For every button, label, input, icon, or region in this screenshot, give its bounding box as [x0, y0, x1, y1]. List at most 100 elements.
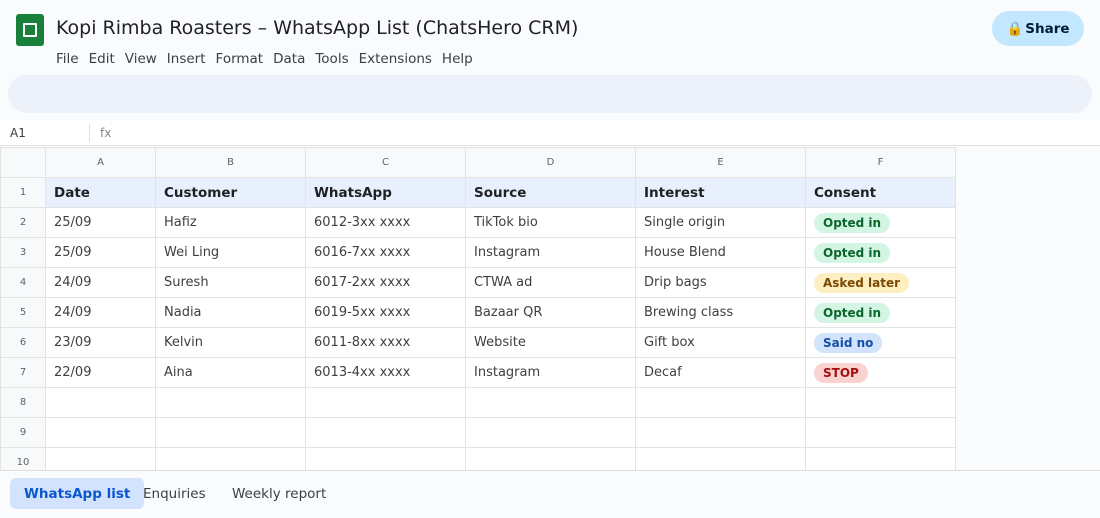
- cell-source[interactable]: TikTok bio: [465, 207, 636, 238]
- row-header[interactable]: 5: [0, 297, 46, 328]
- row-header[interactable]: 1: [0, 177, 46, 208]
- consent-chip[interactable]: Asked later: [814, 272, 909, 293]
- cell-whatsapp[interactable]: 6017-2xx xxxx: [305, 267, 466, 298]
- tab-enquiries[interactable]: Enquiries: [129, 478, 220, 509]
- row-header[interactable]: 3: [0, 237, 46, 268]
- cell-source[interactable]: CTWA ad: [465, 267, 636, 298]
- cell-source[interactable]: Instagram: [465, 237, 636, 268]
- consent-chip[interactable]: STOP: [814, 362, 868, 383]
- cell-customer[interactable]: Wei Ling: [155, 237, 306, 268]
- empty-cell[interactable]: [465, 417, 636, 448]
- tab-weekly-report[interactable]: Weekly report: [218, 478, 340, 509]
- cell-whatsapp[interactable]: 6013-4xx xxxx: [305, 357, 466, 388]
- row-header[interactable]: 2: [0, 207, 46, 238]
- column-header-e[interactable]: E: [635, 147, 806, 178]
- cell-interest[interactable]: Gift box: [635, 327, 806, 358]
- column-header-b[interactable]: B: [155, 147, 306, 178]
- empty-cell[interactable]: [45, 417, 156, 448]
- menu-help[interactable]: Help: [442, 51, 473, 67]
- cell-whatsapp[interactable]: 6012-3xx xxxx: [305, 207, 466, 238]
- header-cell-whatsapp[interactable]: WhatsApp: [305, 177, 466, 208]
- cell-interest[interactable]: Decaf: [635, 357, 806, 388]
- cell-date[interactable]: 25/09: [45, 237, 156, 268]
- menu-format[interactable]: Format: [216, 51, 264, 67]
- column-header-a[interactable]: A: [45, 147, 156, 178]
- cell-interest[interactable]: Brewing class: [635, 297, 806, 328]
- empty-cell[interactable]: [45, 387, 156, 418]
- cell-source[interactable]: Website: [465, 327, 636, 358]
- menu-bar: File Edit View Insert Format Data Tools …: [56, 51, 483, 67]
- row-header[interactable]: 9: [0, 417, 46, 448]
- cell-interest[interactable]: Drip bags: [635, 267, 806, 298]
- cell-date[interactable]: 25/09: [45, 207, 156, 238]
- menu-edit[interactable]: Edit: [89, 51, 115, 67]
- cell-customer[interactable]: Suresh: [155, 267, 306, 298]
- consent-chip[interactable]: Said no: [814, 332, 883, 353]
- cell-customer[interactable]: Aina: [155, 357, 306, 388]
- cell-consent[interactable]: Said no: [805, 327, 956, 358]
- cell-consent[interactable]: Opted in: [805, 207, 956, 238]
- sheet-tabs-bar: WhatsApp list Enquiries Weekly report: [0, 470, 1100, 518]
- cell-date[interactable]: 23/09: [45, 327, 156, 358]
- menu-data[interactable]: Data: [273, 51, 305, 67]
- cell-date[interactable]: 22/09: [45, 357, 156, 388]
- menu-insert[interactable]: Insert: [167, 51, 206, 67]
- cell-whatsapp[interactable]: 6011-8xx xxxx: [305, 327, 466, 358]
- empty-cell[interactable]: [155, 387, 306, 418]
- header-cell-date[interactable]: Date: [45, 177, 156, 208]
- cell-consent[interactable]: STOP: [805, 357, 956, 388]
- formula-bar: A1 fx: [0, 120, 1100, 146]
- cell-customer[interactable]: Nadia: [155, 297, 306, 328]
- fx-label: fx: [100, 126, 112, 140]
- lock-icon: 🔒: [1006, 20, 1024, 37]
- empty-cell[interactable]: [155, 417, 306, 448]
- cell-consent[interactable]: Opted in: [805, 297, 956, 328]
- cell-customer[interactable]: Kelvin: [155, 327, 306, 358]
- empty-cell[interactable]: [635, 417, 806, 448]
- row-header[interactable]: 8: [0, 387, 46, 418]
- app-header: Kopi Rimba Roasters – WhatsApp List (Cha…: [0, 0, 1100, 74]
- menu-file[interactable]: File: [56, 51, 79, 67]
- tab-whatsapp-list[interactable]: WhatsApp list: [10, 478, 145, 509]
- header-cell-interest[interactable]: Interest: [635, 177, 806, 208]
- share-button[interactable]: 🔒 Share: [992, 11, 1084, 46]
- empty-cell[interactable]: [465, 387, 636, 418]
- cell-interest[interactable]: House Blend: [635, 237, 806, 268]
- document-title[interactable]: Kopi Rimba Roasters – WhatsApp List (Cha…: [56, 17, 578, 39]
- cell-source[interactable]: Bazaar QR: [465, 297, 636, 328]
- cell-interest[interactable]: Single origin: [635, 207, 806, 238]
- row-header[interactable]: 6: [0, 327, 46, 358]
- menu-tools[interactable]: Tools: [315, 51, 348, 67]
- cell-whatsapp[interactable]: 6019-5xx xxxx: [305, 297, 466, 328]
- menu-extensions[interactable]: Extensions: [359, 51, 432, 67]
- consent-chip[interactable]: Opted in: [814, 212, 891, 233]
- column-header-d[interactable]: D: [465, 147, 636, 178]
- empty-cell[interactable]: [805, 417, 956, 448]
- empty-cell[interactable]: [305, 387, 466, 418]
- row-header[interactable]: 7: [0, 357, 46, 388]
- consent-chip[interactable]: Opted in: [814, 302, 891, 323]
- menu-view[interactable]: View: [125, 51, 157, 67]
- column-header-c[interactable]: C: [305, 147, 466, 178]
- cell-consent[interactable]: Opted in: [805, 237, 956, 268]
- header-cell-customer[interactable]: Customer: [155, 177, 306, 208]
- select-all-corner[interactable]: [0, 147, 46, 178]
- sheets-logo-icon[interactable]: [16, 14, 44, 46]
- empty-cell[interactable]: [805, 387, 956, 418]
- sheet-table: A B C D E F 1 Date Customer WhatsApp Sou…: [0, 147, 956, 478]
- empty-cell[interactable]: [305, 417, 466, 448]
- header-cell-consent[interactable]: Consent: [805, 177, 956, 208]
- cell-customer[interactable]: Hafiz: [155, 207, 306, 238]
- name-box[interactable]: A1: [10, 126, 26, 140]
- spreadsheet-grid: A B C D E F 1 Date Customer WhatsApp Sou…: [0, 147, 956, 478]
- consent-chip[interactable]: Opted in: [814, 242, 891, 263]
- cell-date[interactable]: 24/09: [45, 297, 156, 328]
- empty-cell[interactable]: [635, 387, 806, 418]
- cell-source[interactable]: Instagram: [465, 357, 636, 388]
- cell-consent[interactable]: Asked later: [805, 267, 956, 298]
- column-header-f[interactable]: F: [805, 147, 956, 178]
- row-header[interactable]: 4: [0, 267, 46, 298]
- cell-date[interactable]: 24/09: [45, 267, 156, 298]
- cell-whatsapp[interactable]: 6016-7xx xxxx: [305, 237, 466, 268]
- header-cell-source[interactable]: Source: [465, 177, 636, 208]
